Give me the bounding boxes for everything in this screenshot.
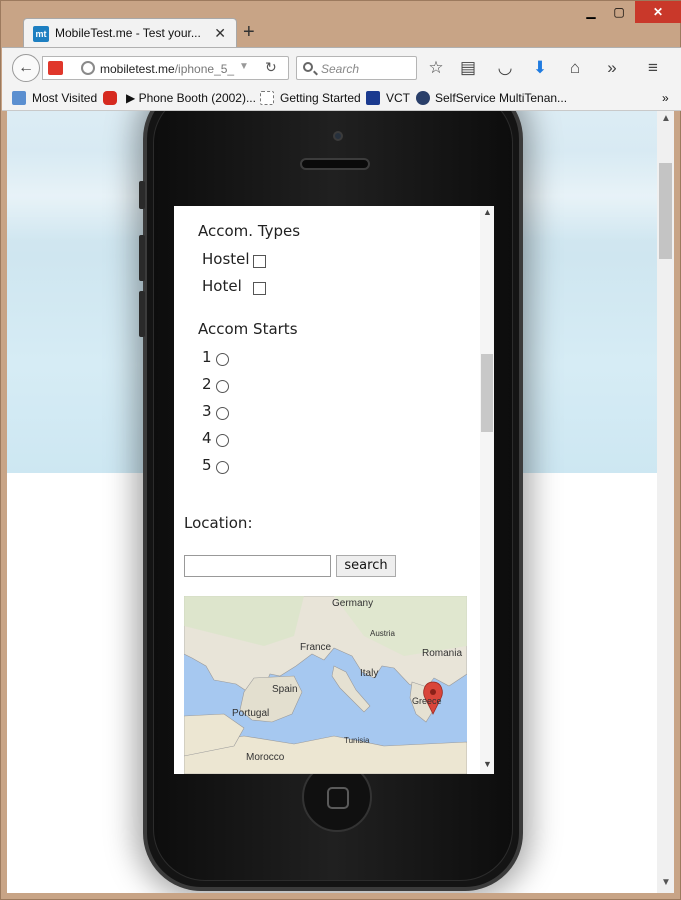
volume-down-button: [139, 291, 145, 337]
back-button[interactable]: ←: [12, 54, 40, 82]
bookmark-phone-booth[interactable]: ▶ Phone Booth (2002)...: [126, 91, 256, 105]
bookmark-getting-started[interactable]: Getting Started: [280, 91, 361, 105]
scroll-up-arrow-icon[interactable]: ▲: [483, 207, 492, 217]
downloads-icon[interactable]: ⬇: [530, 58, 550, 78]
accom-type-label: Hotel: [202, 277, 242, 295]
page-viewport: Accom. Types Hostel Hotel Accom Starts 1…: [7, 111, 657, 893]
search-icon: [303, 62, 313, 72]
hotel-checkbox[interactable]: [253, 282, 266, 295]
tab-mobiletest[interactable]: mt MobileTest.me - Test your... ✕: [23, 18, 237, 48]
new-tab-icon[interactable]: +: [243, 21, 255, 44]
agent-icon: [416, 91, 430, 105]
navigation-toolbar: ← mobiletest.me/iphone_5_ ▼ ↻ Search ☆ ▤…: [2, 47, 681, 87]
map-label: Portugal: [232, 708, 270, 719]
map-label: France: [300, 642, 332, 653]
location-label: Location:: [184, 514, 253, 532]
reload-icon[interactable]: ↻: [265, 59, 277, 76]
star-4-radio[interactable]: [216, 434, 229, 447]
scroll-down-arrow-icon[interactable]: ▼: [483, 759, 492, 769]
star-label: 1: [202, 348, 212, 366]
mobiletest-favicon-icon: mt: [33, 26, 49, 42]
accom-type-label: Hostel: [202, 250, 250, 268]
close-window-button[interactable]: ✕: [635, 1, 681, 23]
page-scroll-up-icon[interactable]: ▲: [661, 113, 671, 124]
accom-types-heading: Accom. Types: [198, 222, 301, 240]
front-camera: [333, 131, 343, 141]
star-3-radio[interactable]: [216, 407, 229, 420]
bookmarks-overflow-icon[interactable]: »: [662, 91, 669, 105]
star-2-radio[interactable]: [216, 380, 229, 393]
earpiece-speaker: [300, 158, 370, 170]
home-square-icon: [327, 787, 349, 809]
pocket-icon[interactable]: ◡: [495, 58, 515, 78]
url-domain: mobiletest.me: [100, 62, 175, 76]
url-bar[interactable]: mobiletest.me/iphone_5_ ▼ ↻: [42, 56, 289, 80]
phone-scroll-thumb[interactable]: [481, 354, 493, 432]
globe-icon[interactable]: [81, 61, 95, 75]
url-path: /iphone_5_: [174, 62, 235, 76]
home-icon[interactable]: ⌂: [565, 58, 585, 78]
map-label: Germany: [332, 598, 374, 609]
star-label: 5: [202, 456, 212, 474]
star-1-radio[interactable]: [216, 353, 229, 366]
bookmark-vct[interactable]: VCT: [386, 91, 410, 105]
star-label: 3: [202, 402, 212, 420]
phone-screen: Accom. Types Hostel Hotel Accom Starts 1…: [174, 206, 494, 774]
search-placeholder: Search: [321, 62, 360, 76]
minimize-button[interactable]: ▁: [577, 1, 605, 23]
url-text: mobiletest.me/iphone_5_: [100, 62, 234, 76]
mute-switch: [139, 181, 145, 209]
map-label: Greece: [412, 696, 442, 706]
map-label: Austria: [370, 629, 395, 638]
tab-title: MobileTest.me - Test your...: [55, 26, 201, 40]
menu-icon[interactable]: ≡: [643, 58, 663, 78]
volume-up-button: [139, 235, 145, 281]
map-label: Spain: [272, 684, 298, 695]
location-search-button[interactable]: search: [336, 555, 396, 577]
tab-close-icon[interactable]: ✕: [214, 25, 226, 42]
bookmarks-bar: Most Visited ▶ Phone Booth (2002)... Get…: [2, 87, 681, 111]
screenshot-icon[interactable]: [48, 61, 63, 75]
star-label: 2: [202, 375, 212, 393]
bookmark-most-visited[interactable]: Most Visited: [32, 91, 97, 105]
youtube-icon: [103, 91, 117, 105]
most-visited-icon: [12, 91, 26, 105]
reading-list-icon[interactable]: ▤: [458, 58, 478, 78]
page-scrollbar[interactable]: ▲ ▼: [657, 111, 674, 893]
overflow-chevron-icon[interactable]: »: [602, 58, 622, 78]
url-dropdown-icon[interactable]: ▼: [239, 61, 249, 72]
map-label: Romania: [422, 648, 463, 659]
map-label: Tunisia: [344, 736, 370, 745]
bookmark-star-icon[interactable]: ☆: [426, 58, 446, 78]
star-label: 4: [202, 429, 212, 447]
map-label: Morocco: [246, 752, 285, 763]
map-graphic: [184, 596, 467, 774]
map-view[interactable]: Germany Austria France Romania Italy Spa…: [184, 596, 467, 774]
page-scroll-down-icon[interactable]: ▼: [661, 877, 671, 888]
star-5-radio[interactable]: [216, 461, 229, 474]
accom-stars-heading: Accom Starts: [198, 320, 298, 338]
location-input[interactable]: [184, 555, 331, 577]
phone-screen-scrollbar[interactable]: ▲ ▼: [480, 206, 494, 774]
hostel-checkbox[interactable]: [253, 255, 266, 268]
map-label: Italy: [360, 668, 379, 679]
page-scroll-thumb[interactable]: [659, 163, 672, 259]
bookmark-selfservice[interactable]: SelfService MultiTenan...: [435, 91, 567, 105]
eu-flag-icon: [366, 91, 380, 105]
page-icon: [260, 91, 274, 105]
maximize-button[interactable]: ▢: [605, 1, 633, 23]
title-bar: mt MobileTest.me - Test your... ✕ + ▁ ▢ …: [1, 1, 681, 48]
search-input[interactable]: Search: [296, 56, 417, 80]
